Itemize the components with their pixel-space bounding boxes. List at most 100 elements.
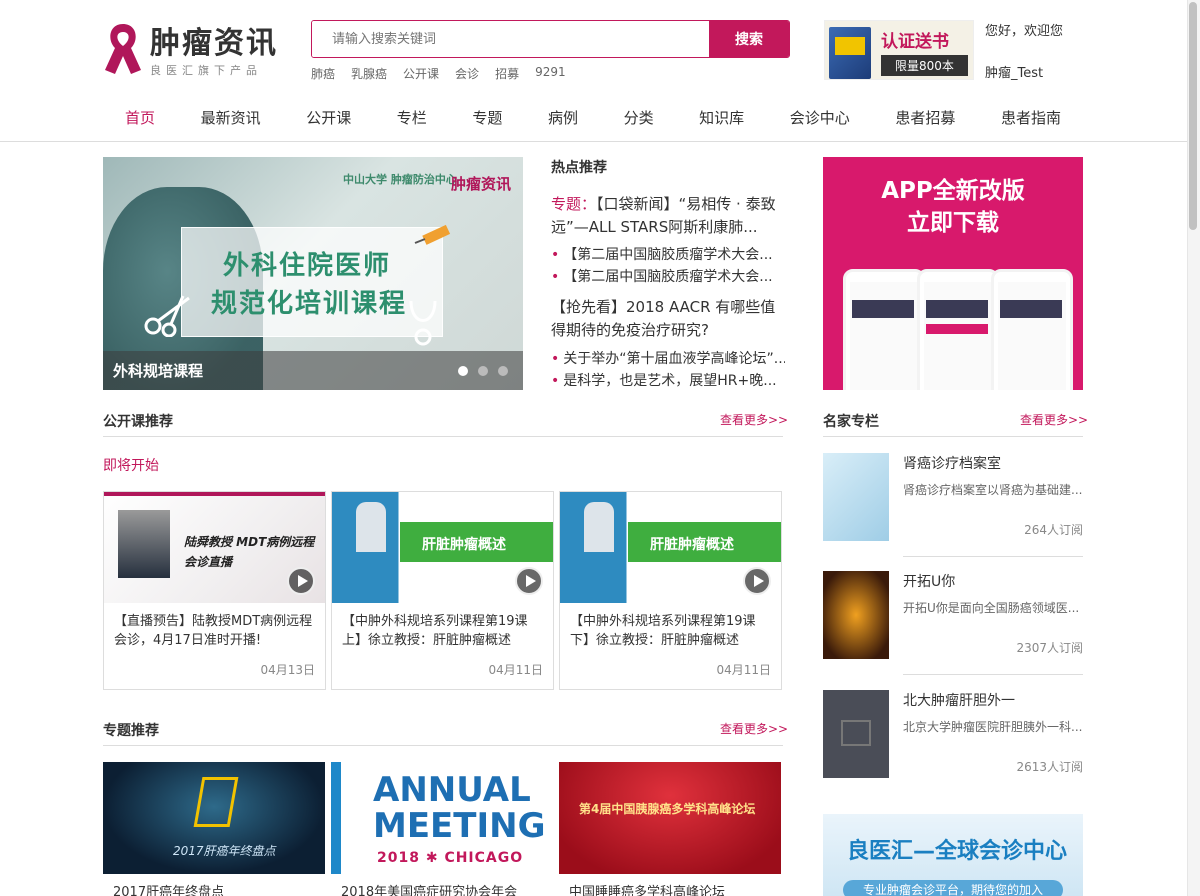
topic-card-image[interactable]: ANNUAL MEETING 2018 ✱ CHICAGO xyxy=(331,762,553,874)
hero-carousel[interactable]: 外科住院医师 规范化培训课程 中山大学 肿瘤防治中心 肿瘤资讯 外科规培课程 xyxy=(103,157,523,390)
column-thumbnail xyxy=(823,690,889,778)
banner-brand-logo: 肿瘤资讯 xyxy=(451,175,512,193)
banner-headline-2: 规范化培训课程 xyxy=(211,289,408,319)
subscriber-count: 2307人订阅 xyxy=(1016,641,1083,655)
scissors-icon xyxy=(144,295,190,337)
nav-columns[interactable]: 专栏 xyxy=(397,107,427,128)
banner-caption: 外科规培课程 xyxy=(113,362,204,380)
nav-categories[interactable]: 分类 xyxy=(624,107,654,128)
nav-home[interactable]: 首页 xyxy=(125,107,155,128)
app-banner-line1: APP全新改版 xyxy=(881,178,1025,204)
hot-main-headline[interactable]: 专题：【口袋新闻】“易相传 · 泰致远”—ALL STARS阿斯利康肺... xyxy=(551,193,785,239)
columns-more-link[interactable]: 查看更多>> xyxy=(1020,411,1088,428)
topic-image-text: 2018 ✱ CHICAGO xyxy=(377,850,524,866)
topics-more-link[interactable]: 查看更多>> xyxy=(720,720,788,737)
section-divider xyxy=(103,436,783,437)
topic-card-image[interactable]: 2017肝癌年终盘点 xyxy=(103,762,325,874)
app-banner-line2: 立即下载 xyxy=(907,210,999,236)
phone-mockup xyxy=(917,269,999,390)
course-title: 【直播预告】陆教授MDT病例远程会诊，4月17日准时开播! xyxy=(114,614,313,648)
topic-image-text: 2017肝癌年终盘点 xyxy=(173,844,276,858)
hot-list-item[interactable]: 关于举办“第十届血液学高峰论坛”... xyxy=(551,348,785,370)
promo-title: 认证送书 xyxy=(881,32,949,52)
course-card[interactable]: 肝脏肿瘤概述 【中肿外科规培系列课程第19课上】徐立教授：肝脏肿瘤概述 04月1… xyxy=(331,491,554,690)
hot-tag[interactable]: 会诊 xyxy=(455,65,479,82)
column-description: 肾癌诊疗档案室以肾癌为基础建... xyxy=(903,483,1083,497)
search-input[interactable] xyxy=(312,21,710,57)
nav-patient-recruit[interactable]: 患者招募 xyxy=(895,107,955,128)
app-download-banner[interactable]: APP全新改版 立即下载 xyxy=(823,157,1083,390)
courses-section-title: 公开课推荐 xyxy=(103,414,173,430)
column-name: 开拓U你 xyxy=(903,574,956,590)
ribbon-logo-icon xyxy=(105,24,141,74)
nav-cases[interactable]: 病例 xyxy=(548,107,578,128)
carousel-dot[interactable] xyxy=(498,366,508,376)
sysu-logo-text: 中山大学 肿瘤防治中心 xyxy=(343,173,457,186)
topic-caption[interactable]: 2018年美国癌症研究协会年会 xyxy=(341,881,517,896)
nav-consult-center[interactable]: 会诊中心 xyxy=(790,107,850,128)
hot-tag[interactable]: 招募 xyxy=(495,65,519,82)
certification-promo-banner[interactable]: 认证送书 限量800本 xyxy=(824,20,974,80)
hot-headline-2[interactable]: 【抢先看】2018 AACR 有哪些值得期待的免疫治疗研究? xyxy=(551,296,785,342)
hot-tag[interactable]: 9291 xyxy=(535,65,566,82)
username-link[interactable]: 肿瘤_Test xyxy=(985,62,1043,81)
logo-subtitle: 良医汇旗下产品 xyxy=(150,64,262,77)
course-date: 04月13日 xyxy=(260,663,315,677)
column-item[interactable]: 肾癌诊疗档案室 肾癌诊疗档案室以肾癌为基础建... 264人订阅 xyxy=(823,439,1083,557)
hot-tag[interactable]: 公开课 xyxy=(403,65,439,82)
courses-more-link[interactable]: 查看更多>> xyxy=(720,411,788,428)
hot-tag[interactable]: 肺癌 xyxy=(311,65,335,82)
topic-caption[interactable]: 2017肝癌年终盘点 xyxy=(113,881,224,896)
v-emblem xyxy=(193,777,239,827)
hot-list-item[interactable]: 是科学，也是艺术，展望HR+晚... xyxy=(551,370,785,392)
course-date: 04月11日 xyxy=(716,663,771,677)
column-item[interactable]: 开拓U你 开拓U你是面向全国肠癌领域医... 2307人订阅 xyxy=(823,557,1083,675)
topic-prefix: 专题： xyxy=(551,195,597,213)
nav-patient-guide[interactable]: 患者指南 xyxy=(1001,107,1061,128)
placeholder-logo-icon xyxy=(841,720,871,746)
promo-subtitle: 限量800本 xyxy=(881,55,968,76)
hot-list-item[interactable]: 【第二届中国脑胶质瘤学术大会... xyxy=(551,244,785,266)
thumbnail-top-bar xyxy=(104,492,325,496)
play-icon[interactable] xyxy=(743,567,771,595)
nav-open-courses[interactable]: 公开课 xyxy=(306,107,351,128)
upcoming-label: 即将开始 xyxy=(103,458,159,474)
column-thumbnail xyxy=(823,571,889,659)
hot-section-title: 热点推荐 xyxy=(551,160,607,176)
carousel-dot[interactable] xyxy=(458,366,468,376)
hot-search-tags: 肺癌 乳腺癌 公开课 会诊 招募 9291 xyxy=(311,65,566,82)
topic-caption[interactable]: 中国睡睡癌多学科高峰论坛 xyxy=(569,881,725,896)
logo-text: 肿瘤资讯 xyxy=(150,26,278,61)
global-consult-banner[interactable]: 良医汇—全球会诊中心 专业肿瘤会诊平台，期待您的加入 xyxy=(823,814,1083,896)
carousel-dot[interactable] xyxy=(478,366,488,376)
play-icon[interactable] xyxy=(287,567,315,595)
section-divider xyxy=(823,436,1083,437)
scrollbar-thumb[interactable] xyxy=(1189,2,1197,230)
consult-banner-title: 良医汇—全球会诊中心 xyxy=(847,839,1068,864)
column-description: 开拓U你是面向全国肠癌领域医... xyxy=(903,601,1080,615)
hot-tag[interactable]: 乳腺癌 xyxy=(351,65,387,82)
search-button[interactable]: 搜索 xyxy=(709,21,789,57)
hot-list-item[interactable]: 【第二届中国脑胶质瘤学术大会... xyxy=(551,266,785,288)
doctor-figure xyxy=(584,502,614,552)
play-icon[interactable] xyxy=(515,567,543,595)
topic-card-image[interactable]: 第4届中国胰腺癌多学科高峰论坛 xyxy=(559,762,781,874)
column-item[interactable]: 北大肿瘤肝胆外一 北京大学肿瘤医院肝胆胰外一科... 2613人订阅 xyxy=(823,676,1083,794)
topics-section-title: 专题推荐 xyxy=(103,723,159,739)
course-title: 【中肿外科规培系列课程第19课下】徐立教授：肝脏肿瘤概述 xyxy=(570,614,756,648)
doctor-figure xyxy=(356,502,386,552)
nav-topics[interactable]: 专题 xyxy=(472,107,502,128)
nav-latest-news[interactable]: 最新资讯 xyxy=(201,107,261,128)
column-thumbnail xyxy=(823,453,889,541)
nav-knowledge-base[interactable]: 知识库 xyxy=(699,107,744,128)
course-card[interactable]: 肝脏肿瘤概述 【中肿外科规培系列课程第19课下】徐立教授：肝脏肿瘤概述 04月1… xyxy=(559,491,782,690)
course-card[interactable]: 陆舜教授 MDT病例远程会诊直播 【直播预告】陆教授MDT病例远程会诊，4月17… xyxy=(103,491,326,690)
item-divider xyxy=(903,674,1083,675)
section-divider xyxy=(103,745,783,746)
professor-portrait xyxy=(118,510,170,578)
app-banner-text: APP全新改版 立即下载 xyxy=(823,175,1083,239)
consult-banner-subtitle: 专业肿瘤会诊平台，期待您的加入 xyxy=(843,880,1063,896)
columns-section-title: 名家专栏 xyxy=(823,414,879,430)
syringe-icon xyxy=(414,224,451,245)
topic-image-text: MEETING xyxy=(373,806,546,846)
